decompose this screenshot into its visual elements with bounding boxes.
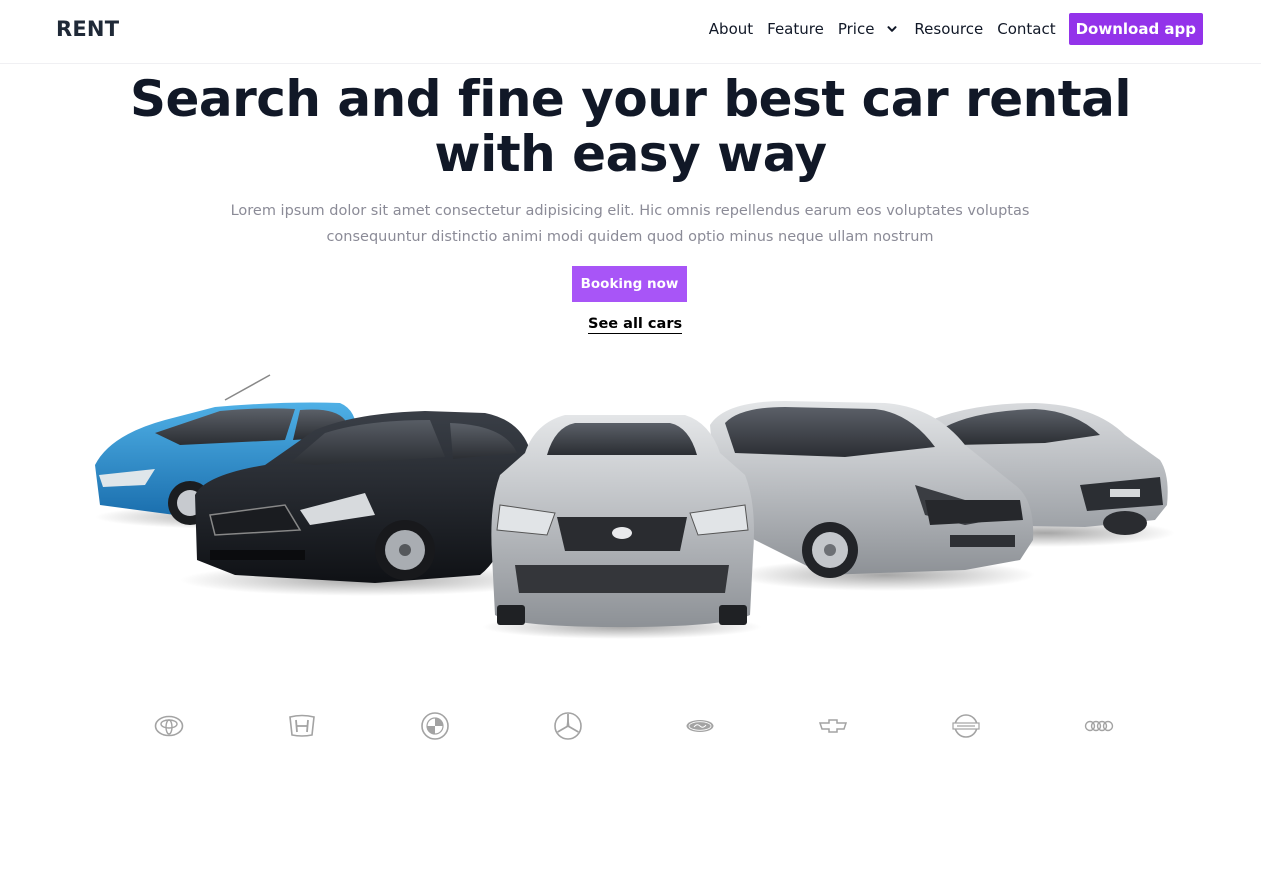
chevron-down-icon[interactable] [886,23,898,35]
toyota-logo [134,705,204,747]
ford-logo [665,705,735,747]
mercedes-logo [533,705,603,747]
audi-logo [1064,705,1134,747]
hero-description-line-1: Lorem ipsum dolor sit amet consectetur a… [230,203,1030,219]
nav-resource[interactable]: Resource [914,20,983,38]
see-all-cars-link[interactable]: See all cars [588,316,683,334]
hero-title-line-2: with easy way [434,125,827,183]
hero-title-line-1: Search and fine your best car rental [129,70,1132,128]
nav-feature[interactable]: Feature [767,20,824,38]
bmw-logo [400,705,470,747]
cars-image [95,374,1175,639]
logo[interactable]: RENT [56,17,119,41]
nav-price[interactable]: Price [838,20,899,38]
honda-logo [267,705,337,747]
navbar: RENT About Feature Price Resource Contac… [0,0,1261,64]
hero-title: Search and fine your best car rental wit… [0,72,1261,182]
chevrolet-logo [798,705,868,747]
hero-description-line-2: consequuntur distinctio animi modi quide… [326,229,934,245]
nav-contact[interactable]: Contact [997,20,1055,38]
nissan-logo [931,705,1001,747]
booking-now-button[interactable]: Booking now [572,266,687,302]
nav-price-label: Price [837,20,875,38]
hero-description: Lorem ipsum dolor sit amet consectetur a… [230,198,1030,250]
download-app-button[interactable]: Download app [1068,13,1203,45]
nav-links: About Feature Price Resource Contact Dow… [709,13,1203,45]
nav-about[interactable]: About [709,20,753,38]
brand-logos [134,705,1134,747]
